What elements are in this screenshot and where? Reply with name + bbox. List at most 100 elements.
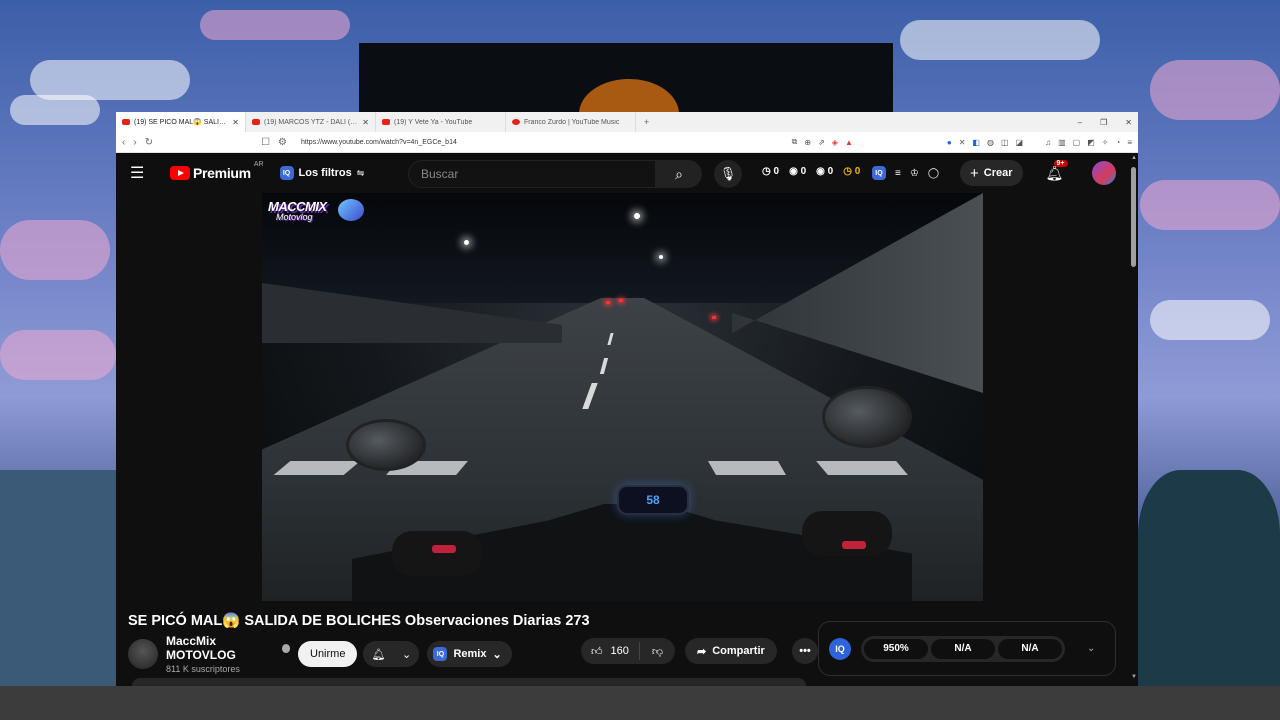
open-external-icon[interactable]: ⧉ [792,137,798,147]
logo-text: Premium [193,165,251,181]
wallpaper-cloud [0,220,110,280]
site-settings-icon[interactable]: ⚙ [278,137,287,148]
extension-icon[interactable]: ◪ [1016,138,1024,147]
tabs-icon[interactable]: ▢ [1073,138,1081,147]
iq-icon: IQ [279,166,294,180]
extension-icon[interactable]: ● [947,138,952,147]
iq-logo-icon[interactable]: IQ [829,637,851,660]
tab-marcos-ytz[interactable]: (19) MARCOS YTZ - DALI (Video Oficial) ✕ [246,112,376,132]
iq-stat-3[interactable]: N/A [998,638,1062,659]
thumbs-up-icon: 👍︎ [591,645,603,658]
trophy-icon[interactable]: ♔ [910,168,919,179]
create-button[interactable]: + Crear [960,160,1023,186]
maximize-icon[interactable]: ❐ [1100,118,1107,127]
dislike-button[interactable]: 👎︎ [640,645,675,658]
scroll-down-icon[interactable]: ▼ [1131,674,1137,680]
wallet-icon[interactable]: ◩ [1087,138,1095,147]
tab-label: (19) MARCOS YTZ - DALI (Video Oficial) [264,118,358,126]
new-tab-button[interactable]: + [636,117,657,127]
iq-extension-icon[interactable]: IQ [872,166,886,180]
tail-light [606,301,610,304]
wallpaper-cloud [200,10,350,40]
description-box[interactable] [132,678,806,686]
share-button[interactable]: ➦ Compartir [685,638,777,664]
filters-button[interactable]: IQ Los filtros ⇋ [279,166,364,180]
iq-stat-percent[interactable]: 950% [864,638,928,659]
wallpaper-cloud [30,60,190,100]
chevron-down-icon[interactable]: ⌄ [1087,643,1095,654]
crosswalk-stripe [816,461,908,475]
video-player[interactable]: 58 MACCMIX Motovlog [262,193,983,601]
wallpaper-tree [1138,470,1280,686]
microphone-icon: 🎙︎ [719,166,737,181]
tab-y-vete-ya[interactable]: (19) Y Vete Ya - YouTube [376,112,506,132]
stat-timer: ◷ 0 [843,166,861,177]
share-page-icon[interactable]: ⇗ [818,138,825,147]
vpn-icon[interactable]: ◔ [1115,138,1120,147]
channel-avatar[interactable] [128,639,158,669]
music-icon[interactable]: ♫ [1045,138,1051,147]
queue-icon[interactable]: ≡ [895,168,901,179]
browser-window: (19) SE PICÓ MAL😱 SALIDA DE BOLICHES ✕ (… [116,112,1138,686]
header-actions: IQ ≡ ♔ ◯ + Crear 🔔︎ 9+ [872,159,1117,186]
iq-stats-group: 950% N/A N/A [861,635,1065,662]
extension-stats: ◷ 0 ◉ 0 ◉ 0 ◷ 0 [762,166,860,177]
iq-stat-2[interactable]: N/A [931,638,995,659]
user-avatar[interactable] [1092,161,1117,185]
notifications-button[interactable]: 🔔︎ 9+ [1046,159,1068,182]
leo-icon[interactable]: ✧ [1102,138,1109,147]
bookmark-icon[interactable]: ☐ [261,137,270,148]
remix-button[interactable]: IQ Remix ⌄ [427,641,512,667]
chevron-down-icon: ⌄ [402,648,412,661]
channel-watermark: MACCMIX Motovlog [268,197,364,225]
minimize-icon[interactable]: – [1078,118,1082,127]
extension-icon[interactable]: ◍ [987,138,994,147]
scroll-up-icon[interactable]: ▲ [1131,155,1137,161]
chat-icon[interactable]: ◯ [928,168,939,179]
brave-shield-icon[interactable]: ◈ [832,138,838,147]
search-input[interactable] [408,160,656,188]
subscription-bell-button[interactable]: 🔔︎ ⌄ [363,641,420,667]
sidebar-icon[interactable]: ▥ [1058,138,1066,147]
channel-name-link[interactable]: MaccMix MOTOVLOG [166,634,290,662]
tab-franco-zurdo[interactable]: Franco Zurdo | YouTube Music [506,112,636,132]
glove-accent [432,545,456,553]
voice-search-button[interactable]: 🎙︎ [714,160,742,188]
like-button[interactable]: 👍︎ 160 [581,642,640,660]
subscriber-count: 811 K suscriptores [166,664,240,674]
wallpaper-building [0,470,116,686]
back-icon[interactable]: ‹ [122,137,125,148]
watermark-subtitle: Motovlog [276,212,313,222]
wallpaper-cloud [1140,180,1280,230]
background-video-window[interactable] [359,43,893,113]
crosswalk-stripe [707,461,787,475]
thumbs-down-icon: 👎︎ [651,645,664,658]
menu-icon[interactable]: ≡ [1127,138,1132,147]
extension-icon[interactable]: ✕ [959,138,966,147]
youtube-premium-logo[interactable]: Premium AR [170,161,264,181]
close-tab-icon[interactable]: ✕ [362,118,369,127]
zoom-icon[interactable]: ⊕ [804,138,811,147]
page-scrollbar[interactable] [1131,167,1136,267]
stat-value: 0 [800,166,807,177]
plus-icon: + [970,164,979,182]
close-tab-icon[interactable]: ✕ [232,118,239,127]
stat-value: 0 [773,166,780,177]
tab-label: (19) Y Vete Ya - YouTube [394,118,473,126]
reload-icon[interactable]: ↻ [145,137,153,148]
join-button[interactable]: Unirme [298,641,358,667]
tab-se-pico-mal[interactable]: (19) SE PICÓ MAL😱 SALIDA DE BOLICHES ✕ [116,112,246,132]
rewards-icon[interactable]: ▲ [845,138,853,147]
url-field[interactable]: https://www.youtube.com/watch?v=4n_EGCe_… [295,139,784,146]
close-window-icon[interactable]: ✕ [1125,118,1132,127]
hamburger-menu-icon[interactable]: ☰ [130,163,156,183]
translate-icon[interactable]: ◧ [972,138,980,147]
wallpaper-cloud [1150,300,1270,340]
speedometer-display: 58 [617,485,689,515]
helmet-logo-icon [338,199,364,221]
search-button[interactable]: ⌕ [656,160,702,188]
forward-icon[interactable]: › [133,137,136,148]
stat-watch-time: ◷ 0 [762,166,780,177]
extension-icon[interactable]: ◫ [1001,138,1009,147]
more-actions-button[interactable]: ••• [792,638,818,664]
